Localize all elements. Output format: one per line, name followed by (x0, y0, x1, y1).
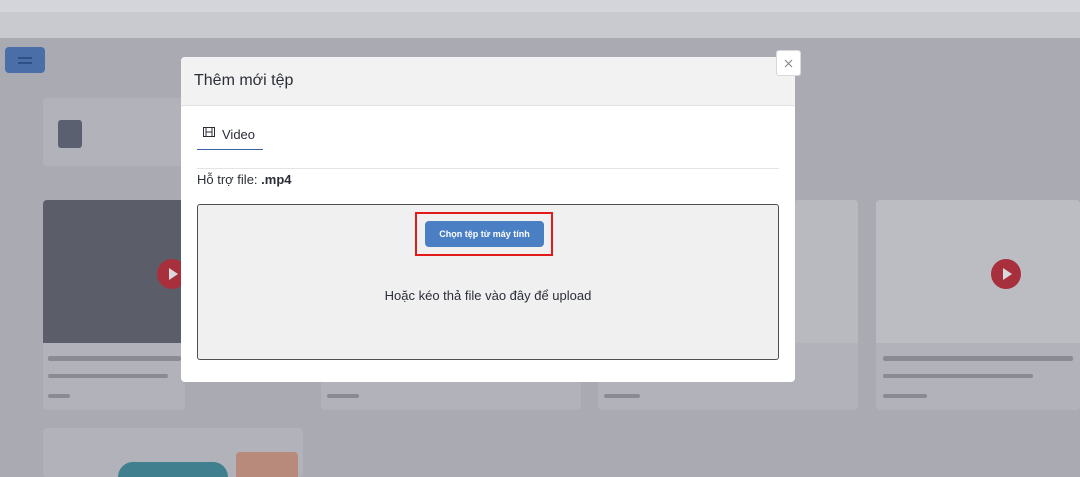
drop-instruction-text: Hoặc kéo thả file vào đây để upload (384, 288, 592, 303)
modal-header: Thêm mới tệp (181, 57, 795, 106)
tab-video[interactable]: Video (197, 123, 263, 150)
modal-title: Thêm mới tệp (194, 72, 294, 89)
menu-icon (18, 57, 32, 64)
video-thumbnail (876, 200, 1080, 343)
play-icon (991, 259, 1021, 289)
close-icon (784, 59, 793, 67)
video-card-meta (604, 394, 640, 398)
close-button[interactable] (776, 50, 801, 76)
add-file-modal: Thêm mới tệp Video Hỗ trợ file: .mp4 Chọ… (181, 57, 795, 382)
choose-file-button[interactable]: Chọn tệp từ máy tính (425, 221, 544, 247)
support-format: .mp4 (261, 172, 292, 187)
video-card-desc (48, 374, 168, 378)
top-navbar-bar (0, 0, 1080, 12)
top-navbar-strip (0, 12, 1080, 38)
tab-video-label: Video (222, 127, 256, 142)
tab-divider (197, 168, 779, 169)
file-icon (58, 120, 82, 148)
video-thumbnail (118, 462, 228, 477)
video-thumbnail (236, 452, 298, 477)
supported-format-text: Hỗ trợ file: .mp4 (197, 172, 292, 187)
video-thumbnail (795, 200, 858, 343)
video-card-title (48, 356, 181, 361)
video-card-desc (883, 374, 1033, 378)
film-icon (203, 127, 215, 137)
support-label: Hỗ trợ file: (197, 172, 262, 187)
video-card-meta (48, 394, 70, 398)
video-card-meta (327, 394, 359, 398)
video-card-meta (883, 394, 927, 398)
top-navbar (0, 0, 1080, 38)
menu-toggle-button[interactable] (5, 47, 45, 73)
video-card-title (883, 356, 1073, 361)
